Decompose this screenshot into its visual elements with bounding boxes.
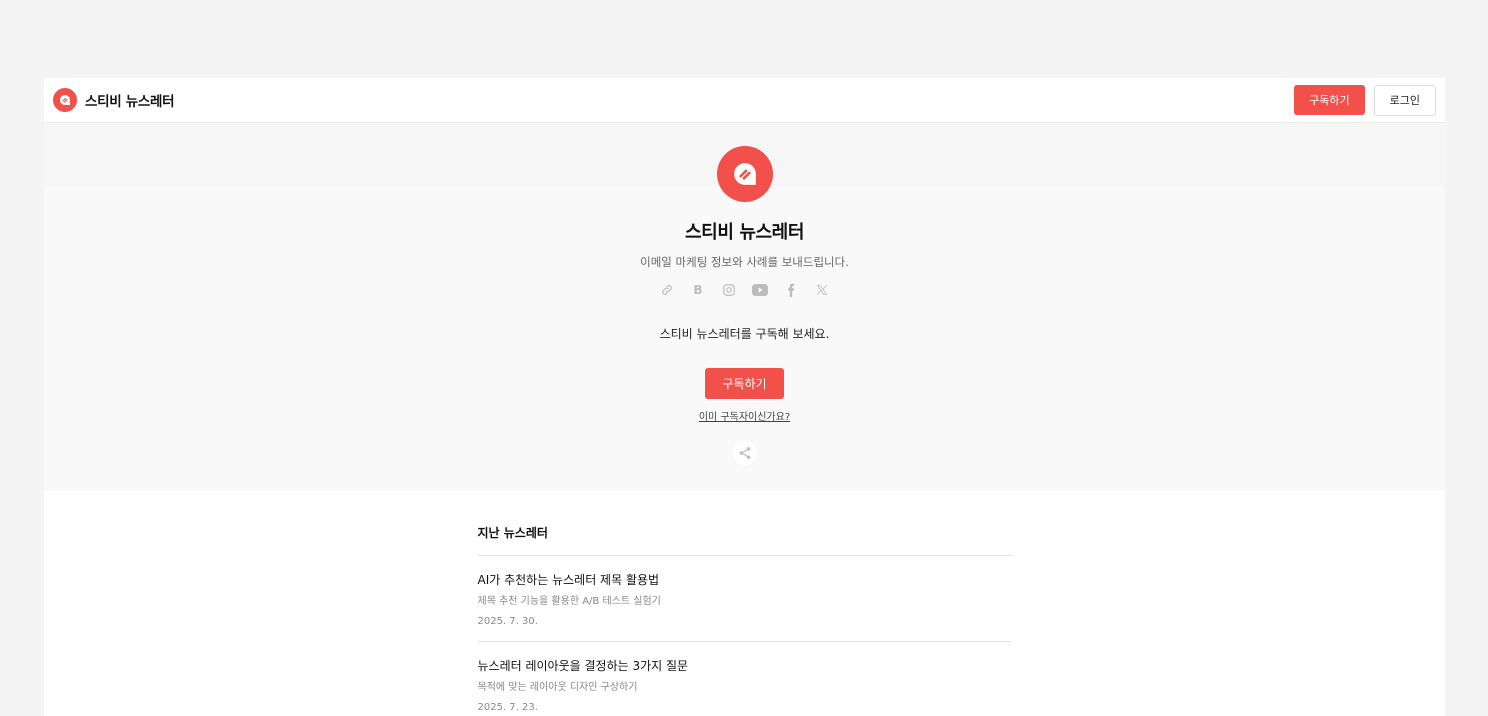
- header-actions: 구독하기 로그인: [1294, 84, 1436, 116]
- login-button[interactable]: 로그인: [1373, 84, 1436, 116]
- subscribe-button[interactable]: 구독하기: [705, 368, 784, 399]
- brand-name: 스티비 뉴스레터: [85, 94, 175, 110]
- newsletter-description: 이메일 마케팅 정보와 사례를 보내드립니다.: [640, 255, 849, 269]
- subscribe-prompt: 스티비 뉴스레터를 구독해 보세요.: [659, 327, 830, 341]
- already-subscribed-link[interactable]: 이미 구독자이신가요?: [699, 408, 790, 423]
- newsletter-page: 스티비 뉴스레터 구독하기 로그인 스티비 뉴스레터 이메일 마케팅 정보와 사…: [44, 78, 1445, 716]
- post-date: 2025. 7. 23.: [477, 702, 538, 713]
- share-icon[interactable]: [732, 441, 757, 465]
- newsletter-title: 스티비 뉴스레터: [685, 222, 804, 243]
- stibee-logo-icon: [53, 88, 77, 112]
- x-icon[interactable]: [814, 282, 830, 298]
- youtube-icon[interactable]: [752, 282, 768, 298]
- blog-icon[interactable]: B: [690, 282, 706, 298]
- past-newsletters: 지난 뉴스레터 AI가 추천하는 뉴스레터 제목 활용법 제목 추천 기능을 활…: [477, 491, 1012, 716]
- instagram-icon[interactable]: [721, 282, 737, 298]
- header-subscribe-button[interactable]: 구독하기: [1294, 85, 1365, 115]
- post-date: 2025. 7. 30.: [477, 616, 538, 627]
- list-item[interactable]: 뉴스레터 레이아웃을 결정하는 3가지 질문 목적에 맞는 레이아웃 디자인 구…: [478, 642, 1012, 716]
- post-subtitle: 제목 추천 기능을 활용한 A/B 테스트 실험기: [477, 596, 661, 607]
- newsletter-logo-icon: [716, 146, 773, 202]
- top-bar: 스티비 뉴스레터 구독하기 로그인: [44, 78, 1445, 123]
- archive-title: 지난 뉴스레터: [477, 524, 1012, 556]
- link-icon[interactable]: [659, 282, 675, 298]
- brand[interactable]: 스티비 뉴스레터: [53, 88, 175, 112]
- post-title[interactable]: AI가 추천하는 뉴스레터 제목 활용법: [478, 571, 1012, 588]
- social-links: B: [659, 282, 830, 298]
- post-title[interactable]: 뉴스레터 레이아웃을 결정하는 3가지 질문: [478, 657, 1012, 674]
- post-subtitle: 목적에 맞는 레이아웃 디자인 구상하기: [477, 682, 638, 693]
- facebook-icon[interactable]: [783, 282, 799, 298]
- list-item[interactable]: AI가 추천하는 뉴스레터 제목 활용법 제목 추천 기능을 활용한 A/B 테…: [477, 556, 1012, 642]
- newsletter-hero: 스티비 뉴스레터 이메일 마케팅 정보와 사례를 보내드립니다. B 스티비 뉴…: [44, 123, 1445, 491]
